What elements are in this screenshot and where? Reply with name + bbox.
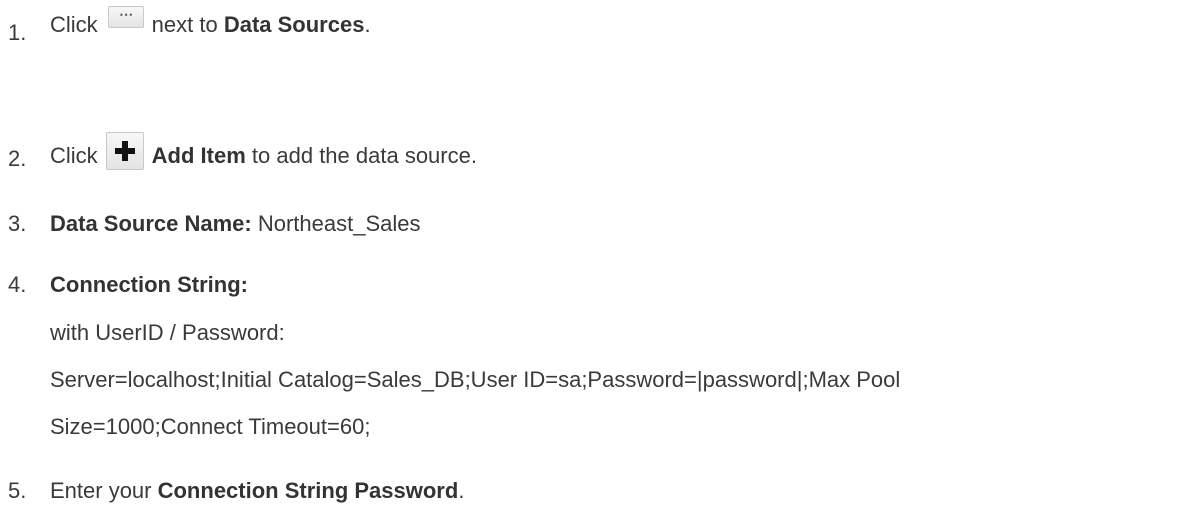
step-1-post: . (364, 12, 371, 37)
connection-string-line-1: Server=localhost;Initial Catalog=Sales_D… (50, 367, 901, 392)
connection-string-password-label: Connection String Password (157, 478, 459, 503)
step-number: 5. (8, 478, 27, 503)
step-1-mid: next to (151, 12, 224, 37)
step-3-text: Data Source Name: Northeast_Sales (50, 211, 421, 237)
step-2-pre: Click (50, 142, 98, 168)
step-4-heading: Connection String: (50, 272, 248, 298)
step-5-pre: Enter your (50, 478, 158, 503)
step-number: 2. (8, 146, 27, 171)
ellipsis-glyph: ⋯ (119, 6, 133, 23)
step-5-text: Enter your Connection String Password. (50, 478, 464, 504)
step-number: 3. (8, 211, 27, 236)
data-source-name-label: Data Source Name: (50, 211, 252, 236)
step-1-pre: Click (50, 12, 98, 37)
data-sources-label: Data Sources (223, 12, 365, 37)
step-number: 1. (8, 20, 27, 45)
step-2-post: to add the data source. (245, 142, 477, 168)
step-1-text: Click ⋯ next to Data Sources. (50, 6, 371, 38)
connection-string-line-2: Size=1000;Connect Timeout=60; (50, 414, 371, 439)
ellipsis-icon: ⋯ (107, 6, 144, 29)
step-5-post: . (458, 478, 465, 503)
connection-string-label: Connection String: (50, 272, 248, 297)
data-source-name-value: Northeast_Sales (251, 211, 421, 236)
step-2-text: Click Add Item to add the data source. (50, 132, 477, 176)
step-number: 4. (8, 272, 27, 297)
connection-string-caption: with UserID / Password: (50, 320, 285, 345)
plus-icon (105, 132, 144, 170)
add-item-label: Add Item (151, 142, 246, 168)
